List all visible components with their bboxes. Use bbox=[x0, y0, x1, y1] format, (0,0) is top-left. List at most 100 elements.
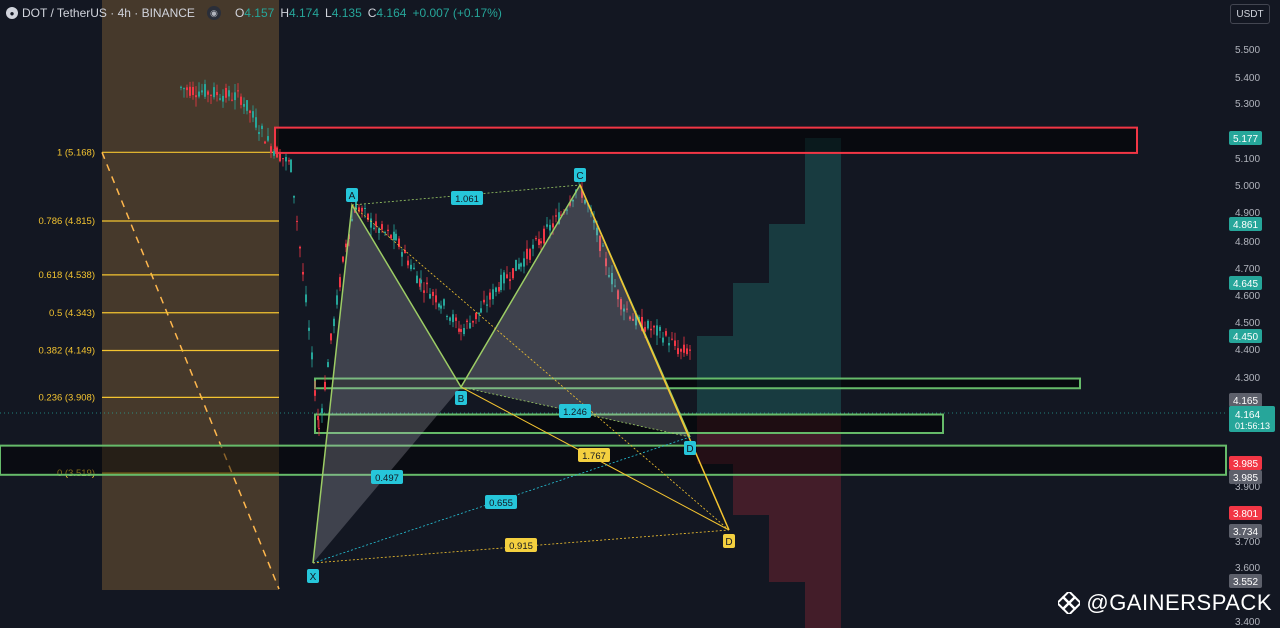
candle-body bbox=[213, 87, 215, 98]
candle-body bbox=[549, 224, 551, 231]
candle-body bbox=[210, 94, 212, 96]
candle-body bbox=[246, 100, 248, 111]
fib-level-label: 0.382 (4.149) bbox=[38, 346, 95, 357]
candle-body bbox=[342, 256, 344, 262]
price-axis-tick: 5.000 bbox=[1235, 181, 1260, 192]
candle-body bbox=[373, 227, 375, 229]
candle-body bbox=[240, 96, 242, 105]
ratio-label: 0.915 bbox=[509, 541, 533, 552]
candle-body bbox=[420, 279, 422, 284]
position-profit-zone bbox=[697, 336, 733, 414]
candle-body bbox=[183, 88, 185, 90]
candle-body bbox=[665, 331, 667, 336]
candle-body bbox=[538, 239, 540, 245]
position-loss-zone bbox=[769, 414, 805, 582]
candle-body bbox=[195, 95, 197, 98]
price-axis-tick: 4.400 bbox=[1235, 345, 1260, 356]
candle-body bbox=[381, 224, 383, 230]
symbol-title[interactable]: DOT / TetherUS · 4h · BINANCE bbox=[22, 6, 195, 20]
current-price-label: 4.164 bbox=[1235, 410, 1260, 421]
candle-body bbox=[393, 231, 395, 241]
eye-icon[interactable]: ◉ bbox=[206, 6, 221, 20]
candle-body bbox=[231, 99, 233, 101]
position-profit-zone bbox=[805, 138, 841, 414]
candle-body bbox=[486, 304, 488, 306]
price-badge-label: 4.165 bbox=[1233, 396, 1258, 407]
price-axis-tick: 4.600 bbox=[1235, 291, 1260, 302]
price-badge-label: 3.985 bbox=[1233, 473, 1258, 484]
fib-level-label: 1 (5.168) bbox=[57, 147, 95, 158]
candle-body bbox=[512, 268, 514, 279]
candle-body bbox=[302, 271, 304, 275]
candle-body bbox=[483, 299, 485, 303]
candle-body bbox=[423, 290, 425, 293]
candle-body bbox=[546, 224, 548, 227]
candle-body bbox=[255, 117, 257, 128]
candle-body bbox=[207, 91, 209, 95]
change-value: +0.007 (+0.17%) bbox=[412, 6, 502, 20]
candle-body bbox=[523, 258, 525, 267]
candle-body bbox=[333, 318, 335, 327]
candle-body bbox=[299, 246, 301, 249]
candle-body bbox=[390, 234, 392, 239]
candle-body bbox=[662, 337, 664, 343]
price-axis-tick: 3.400 bbox=[1235, 617, 1260, 628]
pattern-triangle-xab bbox=[313, 205, 461, 563]
pattern-point-label: C bbox=[576, 171, 583, 182]
price-badge-label: 3.552 bbox=[1233, 577, 1258, 588]
candle-body bbox=[180, 86, 182, 88]
close-value: 4.164 bbox=[376, 6, 407, 20]
candle-body bbox=[314, 390, 316, 396]
candle-body bbox=[267, 136, 269, 141]
high-value: 4.174 bbox=[289, 6, 320, 20]
candle-body bbox=[552, 223, 554, 228]
candle-body bbox=[317, 416, 319, 421]
fib-level-label: 0.618 (4.538) bbox=[38, 270, 95, 281]
candle-body bbox=[689, 349, 691, 351]
price-badge-label: 4.861 bbox=[1233, 220, 1258, 231]
pattern-point-label: D bbox=[686, 444, 693, 455]
price-axis-tick: 5.400 bbox=[1235, 73, 1260, 84]
candle-body bbox=[410, 264, 412, 270]
candle-body bbox=[532, 244, 534, 249]
candle-body bbox=[321, 408, 323, 414]
watermark-text: @GAINERSPACK bbox=[1086, 590, 1272, 615]
candle-body bbox=[361, 207, 363, 212]
candle-body bbox=[469, 322, 471, 329]
candle-body bbox=[506, 274, 508, 279]
candle-body bbox=[324, 381, 326, 390]
high-label: H bbox=[280, 6, 289, 20]
candle-body bbox=[258, 132, 260, 135]
pattern-point-label: B bbox=[458, 394, 465, 405]
candle-body bbox=[189, 86, 191, 96]
candle-body bbox=[243, 103, 245, 107]
open-label: O bbox=[234, 6, 245, 20]
price-axis-tick: 4.300 bbox=[1235, 373, 1260, 384]
pattern-point-label: D bbox=[725, 537, 732, 548]
low-value: 4.135 bbox=[331, 6, 362, 20]
candle-body bbox=[668, 342, 670, 346]
candle-body bbox=[186, 87, 188, 91]
pattern-point-label: A bbox=[349, 191, 356, 202]
price-chart[interactable]: 1 (5.168) 0.786 (4.815) 0.618 (4.538) 0.5 (… bbox=[0, 0, 1280, 628]
candle-body bbox=[249, 110, 251, 113]
candle-body bbox=[237, 90, 239, 92]
candle-body bbox=[375, 221, 377, 226]
candle-body bbox=[219, 98, 221, 100]
price-axis-tick: 5.100 bbox=[1235, 154, 1260, 165]
candle-body bbox=[529, 249, 531, 260]
candle-body bbox=[288, 160, 290, 162]
candle-body bbox=[285, 156, 287, 162]
candle-body bbox=[500, 274, 502, 290]
candle-body bbox=[683, 344, 685, 353]
candle-body bbox=[515, 259, 517, 271]
candle-body bbox=[401, 252, 403, 257]
ratio-label: 0.655 bbox=[489, 498, 513, 509]
candle-body bbox=[674, 340, 676, 346]
symbol-header: ● DOT / TetherUS · 4h · BINANCE ◉ O 4.157… bbox=[6, 5, 502, 21]
candle-body bbox=[677, 348, 679, 355]
candle-body bbox=[458, 328, 460, 332]
candle-body bbox=[273, 151, 275, 156]
candle-body bbox=[438, 303, 440, 308]
currency-button[interactable]: USDT bbox=[1230, 4, 1270, 24]
